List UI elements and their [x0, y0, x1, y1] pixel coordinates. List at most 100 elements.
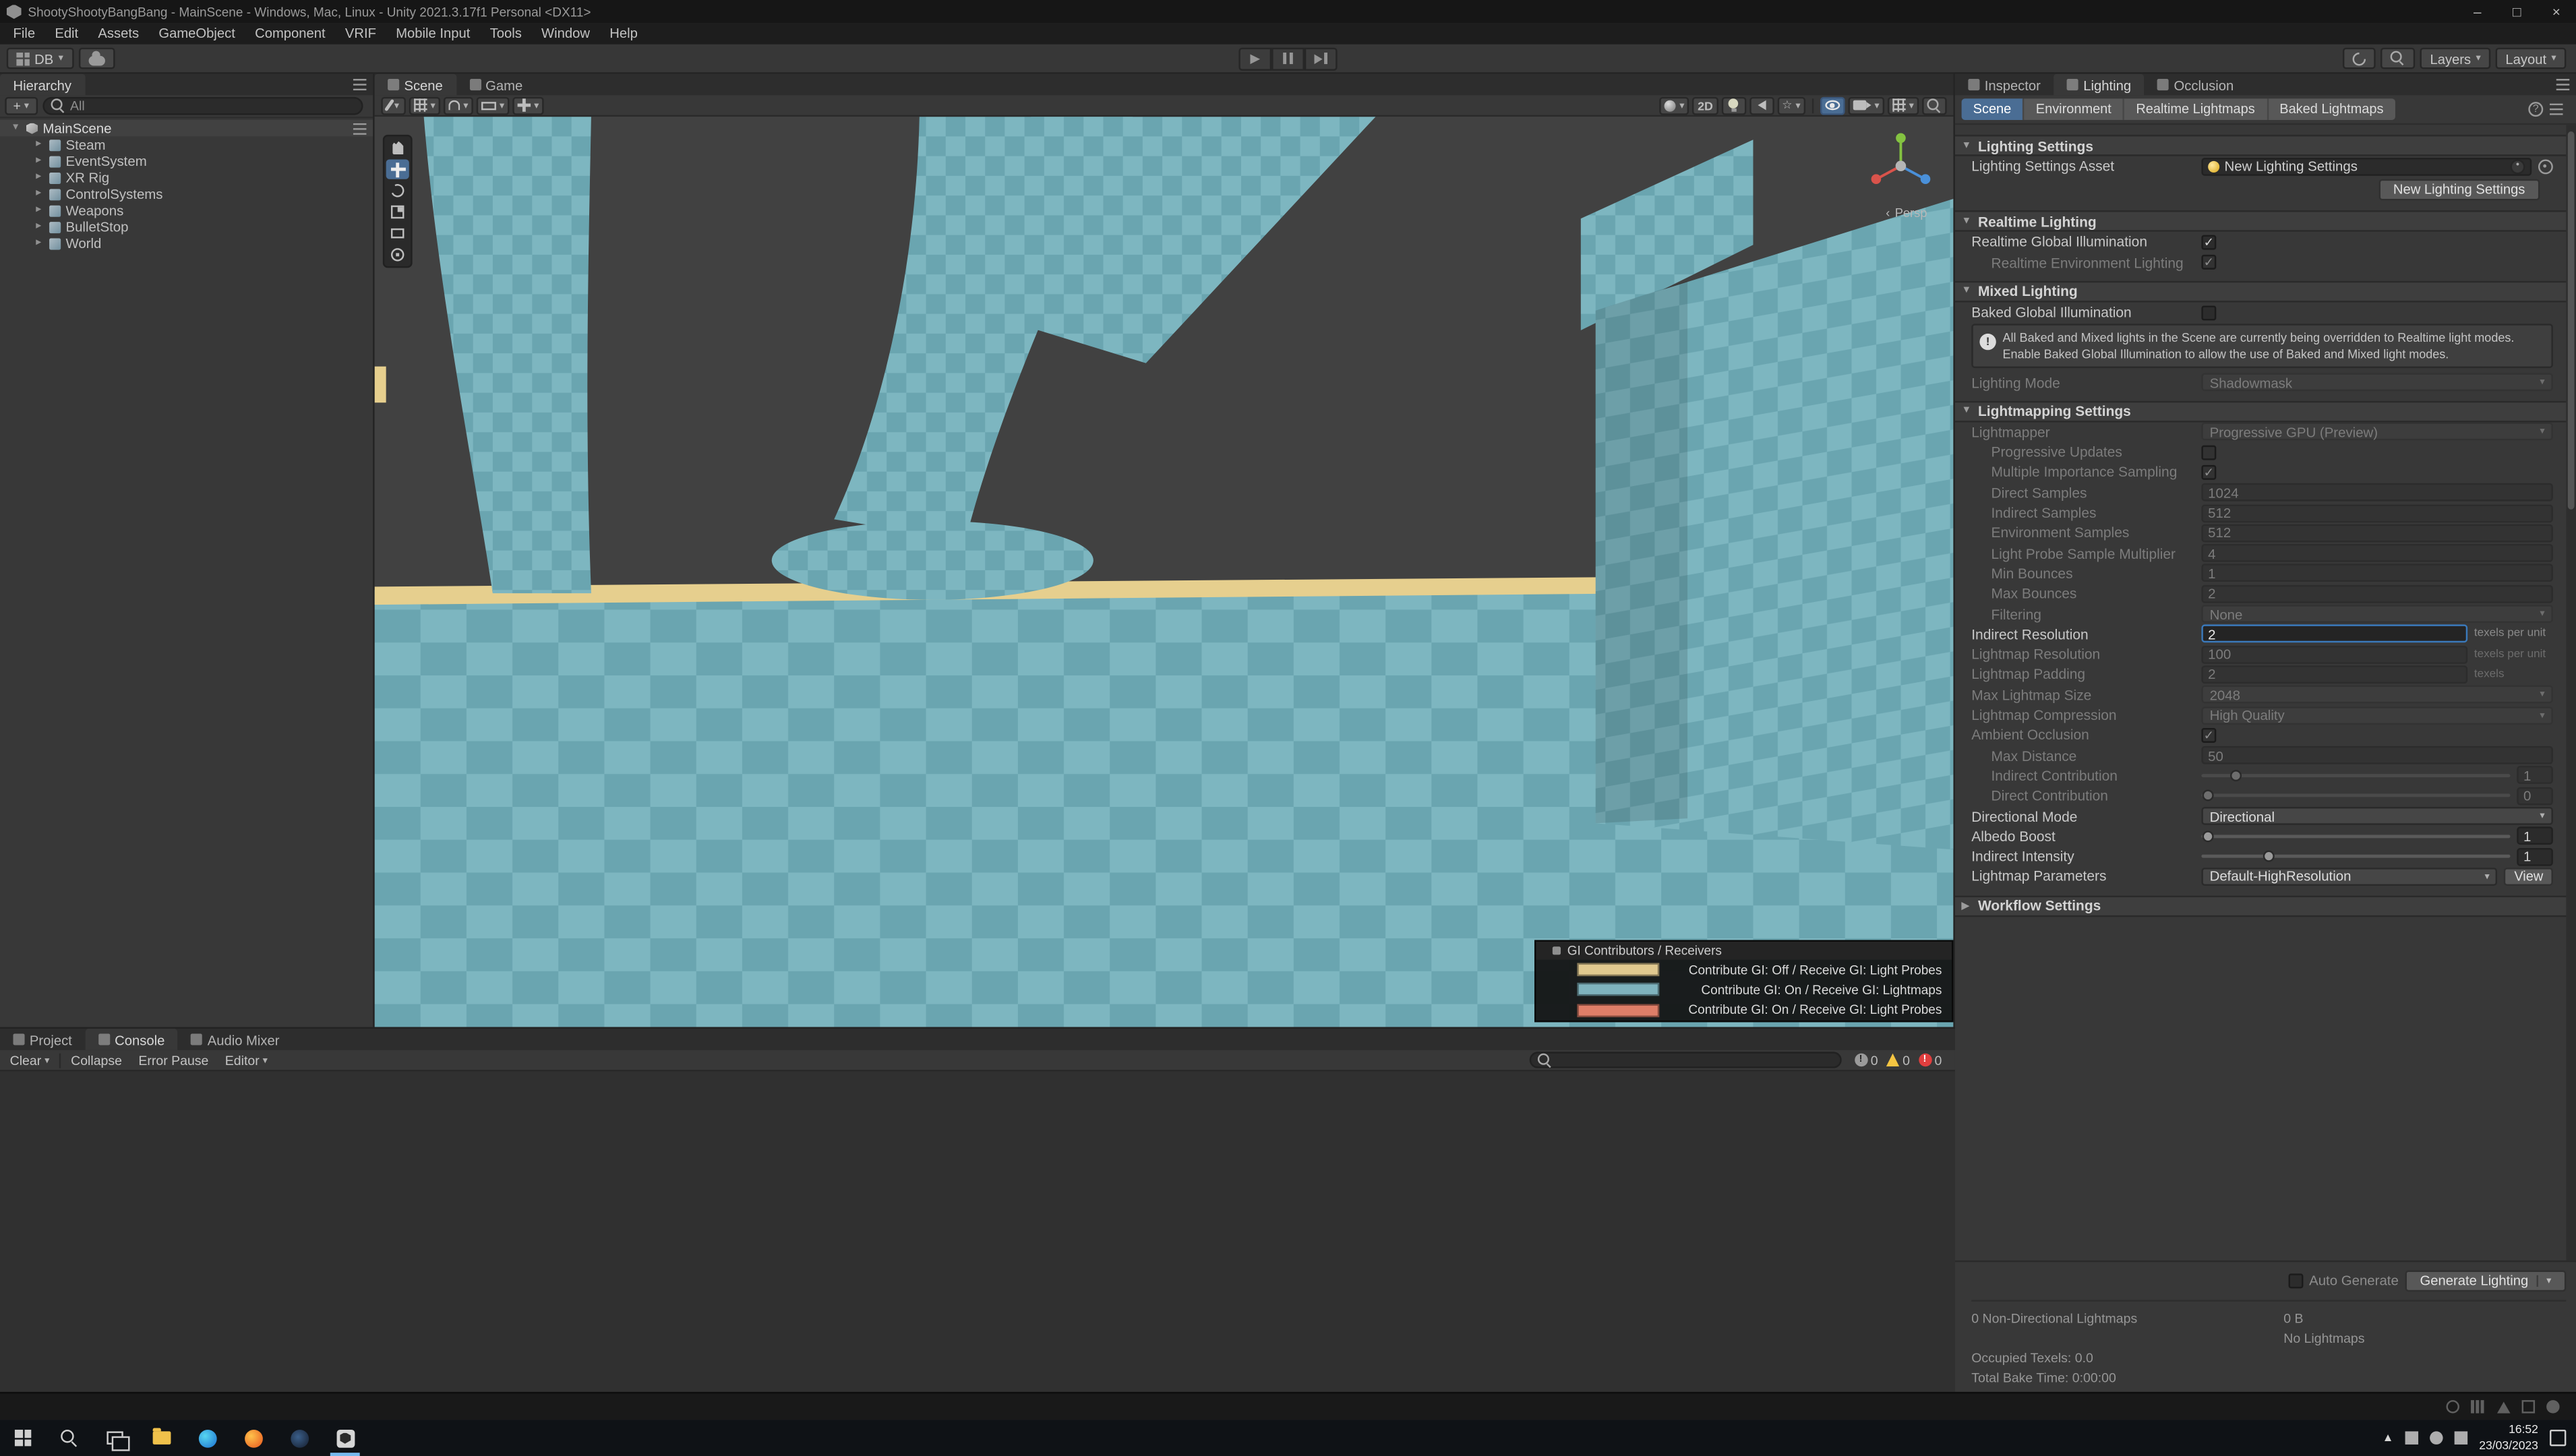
section-header-lightmapping-settings[interactable]: ▼ Lightmapping Settings: [1954, 400, 2567, 422]
indirect-intensity-slider[interactable]: [2201, 847, 2511, 866]
clear-button[interactable]: Clear ▾: [3, 1050, 56, 1071]
hierarchy-item-weapons[interactable]: ▸ Weapons: [0, 202, 373, 218]
lightmap-resolution-field[interactable]: 100: [2201, 645, 2468, 664]
task-view-button[interactable]: [92, 1420, 138, 1456]
lighting-settings-asset-object-field[interactable]: New Lighting Settings •: [2201, 157, 2532, 175]
notification-center-button[interactable]: [2550, 1429, 2567, 1447]
lightmap-compression-dropdown[interactable]: High Quality ▾: [2201, 706, 2553, 724]
status-icon-1[interactable]: [2446, 1400, 2459, 1414]
lighting-subtab-scene[interactable]: Scene: [1961, 98, 2025, 120]
section-header-workflow-settings[interactable]: ▶ Workflow Settings: [1954, 894, 2567, 917]
scene-orientation-gizmo[interactable]: [1865, 130, 1937, 202]
lighting-subtab-baked-lightmaps[interactable]: Baked Lightmaps: [2268, 98, 2395, 120]
scene-options-icon[interactable]: [353, 122, 367, 134]
lightmapper-dropdown[interactable]: Progressive GPU (Preview) ▾: [2201, 423, 2553, 442]
audio-toggle-button[interactable]: [1749, 96, 1774, 115]
rect-tool-button[interactable]: [386, 224, 409, 243]
direct-samples-field[interactable]: 1024: [2201, 483, 2553, 502]
gear-icon[interactable]: [2538, 158, 2553, 174]
lightmap-padding-field[interactable]: 2: [2201, 665, 2468, 684]
new-lighting-settings-button[interactable]: New Lighting Settings: [2378, 179, 2540, 200]
tray-keyboard-icon[interactable]: [2405, 1431, 2419, 1445]
albedo-boost-slider[interactable]: [2201, 827, 2511, 845]
grid-snap-dropdown[interactable]: ▾: [409, 96, 441, 115]
projection-mode-label[interactable]: ‹ Persp: [1886, 206, 1927, 220]
expand-arrow-icon[interactable]: ▸: [33, 202, 44, 218]
cloud-services-button[interactable]: [78, 47, 115, 69]
hierarchy-item-eventsystem[interactable]: ▸ EventSystem: [0, 153, 373, 169]
max-distance-field[interactable]: 50: [2201, 746, 2553, 764]
slider-thumb[interactable]: [2202, 830, 2214, 842]
console-search-input[interactable]: [1557, 1052, 1833, 1068]
collapse-button[interactable]: Collapse: [64, 1050, 128, 1071]
error-pause-button[interactable]: Error Pause: [132, 1050, 216, 1071]
slider-thumb[interactable]: [2263, 850, 2275, 862]
auto-generate-checkbox[interactable]: [2287, 1273, 2303, 1288]
hierarchy-item-steam[interactable]: ▸ Steam: [0, 136, 373, 152]
menu-window[interactable]: Window: [531, 23, 599, 44]
lighting-settings-menu-icon[interactable]: [2543, 103, 2569, 115]
lighting-subtab-environment[interactable]: Environment: [2024, 98, 2125, 120]
hand-tool-button[interactable]: [386, 138, 409, 158]
minimize-button[interactable]: –: [2458, 0, 2497, 23]
play-button[interactable]: [1238, 47, 1272, 70]
slider-thumb[interactable]: [2202, 789, 2214, 802]
undo-history-button[interactable]: [2343, 47, 2376, 69]
expand-arrow-icon[interactable]: ▸: [33, 185, 44, 202]
inspector-scrollbar[interactable]: [2566, 125, 2576, 1261]
taskbar-clock[interactable]: 16:52 23/03/2023: [2479, 1422, 2538, 1453]
rotate-tool-button[interactable]: [386, 181, 409, 200]
multiple-importance-sampling-checkbox[interactable]: ✓: [2201, 464, 2217, 480]
menu-assets[interactable]: Assets: [88, 23, 149, 44]
bottom-tab-console[interactable]: Console: [85, 1029, 178, 1050]
hierarchy-item-controlsystems[interactable]: ▸ ControlSystems: [0, 185, 373, 202]
maximize-button[interactable]: □: [2497, 0, 2536, 23]
menu-gameobject[interactable]: GameObject: [149, 23, 245, 44]
expand-arrow-icon[interactable]: ▸: [33, 153, 44, 169]
generate-lighting-button[interactable]: Generate Lighting ▾: [2405, 1269, 2567, 1291]
console-error-count[interactable]: ! 0: [1918, 1052, 1942, 1067]
indirect-intensity-value-field[interactable]: 1: [2517, 847, 2553, 866]
console-warning-count[interactable]: 0: [1886, 1052, 1910, 1067]
status-icon-3[interactable]: [2497, 1401, 2511, 1413]
menu-file[interactable]: File: [3, 23, 45, 44]
section-header-lighting-settings[interactable]: ▼ Lighting Settings: [1954, 134, 2567, 156]
light-probe-sample-multiplier-field[interactable]: 4: [2201, 544, 2553, 563]
file-explorer-button[interactable]: [138, 1420, 184, 1456]
filtering-dropdown[interactable]: None ▾: [2201, 605, 2553, 624]
indirect-contribution-value-field[interactable]: 1: [2517, 766, 2553, 785]
step-button[interactable]: [1304, 47, 1338, 70]
bottom-tab-project[interactable]: Project: [0, 1029, 85, 1050]
object-picker-icon[interactable]: •: [2510, 158, 2525, 174]
console-search-field[interactable]: [1528, 1052, 1841, 1068]
hierarchy-item-bulletstop[interactable]: ▸ BulletStop: [0, 218, 373, 235]
menu-help[interactable]: Help: [600, 23, 648, 44]
bottom-tab-audio-mixer[interactable]: Audio Mixer: [178, 1029, 293, 1050]
start-button[interactable]: [0, 1420, 46, 1456]
console-log-area[interactable]: [0, 1071, 1955, 1392]
menu-edit[interactable]: Edit: [45, 23, 88, 44]
tab-hierarchy[interactable]: Hierarchy: [0, 73, 85, 96]
tray-expand-chevron[interactable]: ▲: [2383, 1432, 2394, 1444]
scale-tool-button[interactable]: [386, 202, 409, 222]
taskbar-search-button[interactable]: [46, 1420, 92, 1456]
hierarchy-item-xr-rig[interactable]: ▸ XR Rig: [0, 169, 373, 185]
lighting-subtab-realtime-lightmaps[interactable]: Realtime Lightmaps: [2124, 98, 2269, 120]
section-header-mixed-lighting[interactable]: ▼ Mixed Lighting: [1954, 280, 2567, 303]
albedo-boost-value-field[interactable]: 1: [2517, 827, 2553, 845]
version-control-dropdown[interactable]: DB ▾: [6, 47, 73, 69]
scene-visibility-toggle[interactable]: [1820, 96, 1845, 115]
environment-samples-field[interactable]: 512: [2201, 524, 2553, 543]
menu-component[interactable]: Component: [245, 23, 335, 44]
section-header-realtime-lighting[interactable]: ▼ Realtime Lighting: [1954, 210, 2567, 233]
effects-dropdown[interactable]: ☆ ▾: [1776, 96, 1806, 115]
lighting-mode-dropdown[interactable]: Shadowmask ▾: [2201, 373, 2553, 392]
scene-tab-scene[interactable]: Scene: [374, 73, 456, 96]
scrollbar-thumb[interactable]: [2567, 131, 2575, 510]
hierarchy-menu-icon[interactable]: [347, 74, 373, 96]
inspector-tab-inspector[interactable]: Inspector: [1955, 74, 2054, 96]
expand-arrow-icon[interactable]: ▸: [33, 235, 44, 251]
directional-mode-dropdown[interactable]: Directional ▾: [2201, 807, 2553, 825]
direct-contribution-value-field[interactable]: 0: [2517, 787, 2553, 805]
ambient-occlusion-checkbox[interactable]: ✓: [2201, 727, 2217, 743]
